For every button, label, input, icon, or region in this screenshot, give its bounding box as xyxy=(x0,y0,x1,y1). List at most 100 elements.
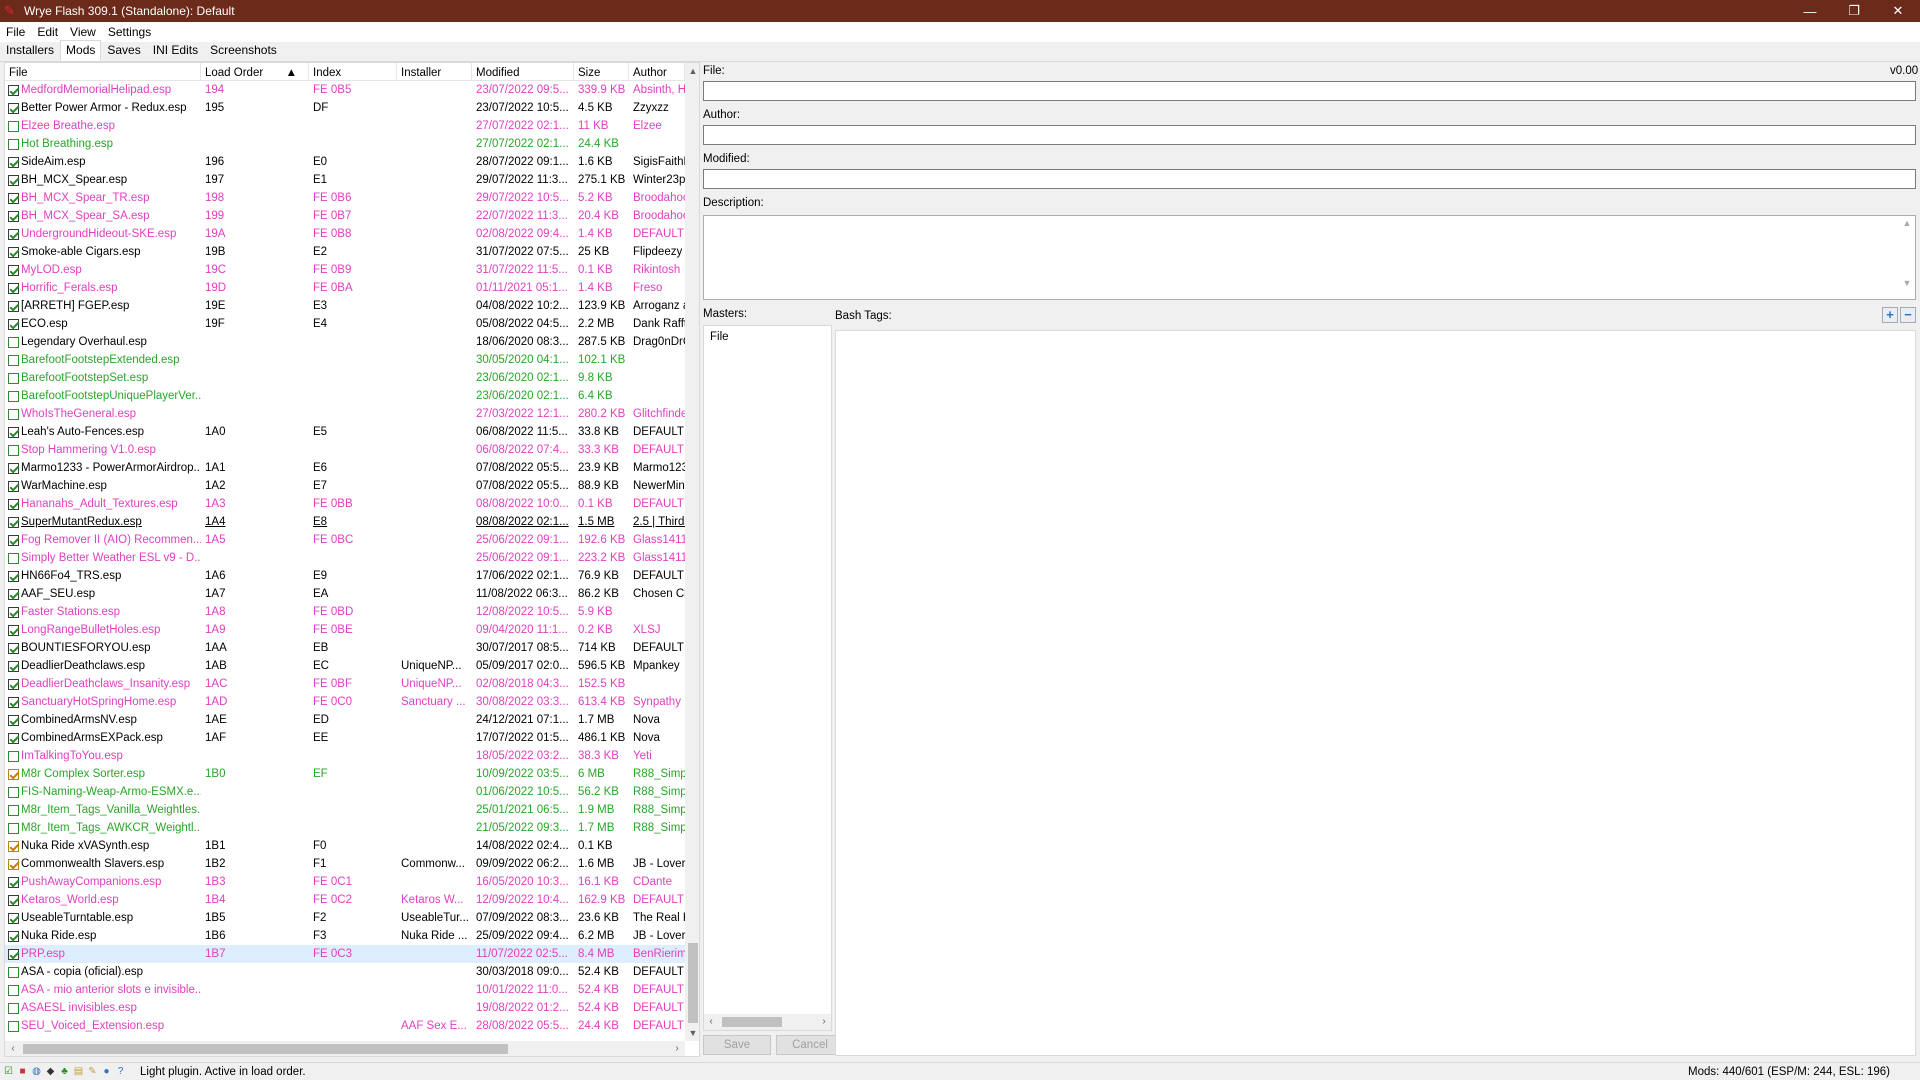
mod-row[interactable]: HN66Fo4_TRS.esp 1A6 E9 17/06/2022 02:1... 76… xyxy=(5,567,685,585)
mod-checkbox[interactable] xyxy=(8,1002,19,1014)
mod-checkbox[interactable] xyxy=(8,1020,19,1032)
mod-row[interactable]: AAF_SEU.esp 1A7 EA 11/08/2022 06:3... 86.2 K… xyxy=(5,585,685,603)
modified-field[interactable] xyxy=(703,169,1916,189)
mod-checkbox[interactable] xyxy=(8,570,19,582)
mod-file-cell[interactable]: Smoke-able Cigars.esp xyxy=(5,243,201,261)
mod-row[interactable]: ASA - copia (oficial).esp 30/03/2018 09:0… xyxy=(5,963,685,981)
mod-checkbox[interactable] xyxy=(8,354,19,366)
mod-checkbox[interactable] xyxy=(8,336,19,348)
mod-checkbox[interactable] xyxy=(8,156,19,168)
mod-checkbox[interactable] xyxy=(8,534,19,546)
mod-file-cell[interactable]: BH_MCX_Spear_SA.esp xyxy=(5,207,201,225)
mod-file-cell[interactable]: BarefootFootstepSet.esp xyxy=(5,369,201,387)
mod-checkbox[interactable] xyxy=(8,516,19,528)
tab-mods[interactable]: Mods xyxy=(60,40,102,61)
mod-row[interactable]: Leah's Auto-Fences.esp 1A0 E5 06/08/2022 11… xyxy=(5,423,685,441)
mod-row[interactable]: SanctuaryHotSpringHome.esp 1AD FE 0C0 Sanct… xyxy=(5,693,685,711)
mod-row[interactable]: Marmo1233 - PowerArmorAirdrop... 1A1 E6 07/… xyxy=(5,459,685,477)
description-field[interactable]: ▲ ▼ xyxy=(703,215,1916,300)
mod-checkbox[interactable] xyxy=(8,894,19,906)
mod-checkbox[interactable] xyxy=(8,228,19,240)
scroll-thumb[interactable] xyxy=(688,943,698,1023)
mod-row[interactable]: MedfordMemorialHelipad.esp 194 FE 0B5 23/07… xyxy=(5,81,685,99)
bash-tags-list[interactable] xyxy=(835,330,1916,1056)
mod-checkbox[interactable] xyxy=(8,858,19,870)
doc-icon[interactable]: ▤ xyxy=(73,1066,84,1077)
mod-row[interactable]: Ketaros_World.esp 1B4 FE 0C2 Ketaros W... 12… xyxy=(5,891,685,909)
mod-checkbox[interactable] xyxy=(8,498,19,510)
save-button[interactable]: Save xyxy=(703,1035,771,1055)
mod-file-cell[interactable]: Hot Breathing.esp xyxy=(5,135,201,153)
mod-row[interactable]: Fog Remover II (AIO) Recommen... 1A5 FE 0B… xyxy=(5,531,685,549)
mod-file-cell[interactable]: UndergroundHideout-SKE.esp xyxy=(5,225,201,243)
author-field[interactable] xyxy=(703,125,1916,145)
mod-checkbox[interactable] xyxy=(8,642,19,654)
mod-file-cell[interactable]: Simply Better Weather ESL v9 - D... xyxy=(5,549,201,567)
add-tag-button[interactable]: + xyxy=(1882,307,1898,323)
mod-checkbox[interactable] xyxy=(8,264,19,276)
mod-file-cell[interactable]: BarefootFootstepUniquePlayerVer... xyxy=(5,387,201,405)
mod-row[interactable]: ImTalkingToYou.esp 18/05/2022 03:2... 38.3… xyxy=(5,747,685,765)
mod-file-cell[interactable]: Stop Hammering V1.0.esp xyxy=(5,441,201,459)
mod-row[interactable]: SuperMutantRedux.esp 1A4 E8 08/08/2022 02:1… xyxy=(5,513,685,531)
menu-view[interactable]: View xyxy=(64,25,102,39)
mod-row[interactable]: MyLOD.esp 19C FE 0B9 31/07/2022 11:5... 0.1 … xyxy=(5,261,685,279)
mod-row[interactable]: Elzee Breathe.esp 27/07/2022 02:1... 11 KB… xyxy=(5,117,685,135)
mod-file-cell[interactable]: HN66Fo4_TRS.esp xyxy=(5,567,201,585)
restore-button[interactable]: ❐ xyxy=(1832,0,1876,22)
mod-row[interactable]: ASA - mio anterior slots e invisible... 1… xyxy=(5,981,685,999)
mod-checkbox[interactable] xyxy=(8,480,19,492)
menu-edit[interactable]: Edit xyxy=(31,25,64,39)
mod-row[interactable]: Hananahs_Adult_Textures.esp 1A3 FE 0BB 08/0… xyxy=(5,495,685,513)
mod-checkbox[interactable] xyxy=(8,210,19,222)
pencil-icon[interactable]: ✎ xyxy=(87,1066,98,1077)
mod-checkbox[interactable] xyxy=(8,750,19,762)
tab-ini-edits[interactable]: INI Edits xyxy=(147,40,204,61)
arrows-icon[interactable]: ◆ xyxy=(45,1066,56,1077)
mod-row[interactable]: UndergroundHideout-SKE.esp 19A FE 0B8 02/08… xyxy=(5,225,685,243)
mod-checkbox[interactable] xyxy=(8,732,19,744)
mod-file-cell[interactable]: Nuka Ride.esp xyxy=(5,927,201,945)
mod-file-cell[interactable]: SanctuaryHotSpringHome.esp xyxy=(5,693,201,711)
mod-row[interactable]: Nuka Ride xVASynth.esp 1B1 F0 14/08/2022 02… xyxy=(5,837,685,855)
mod-file-cell[interactable]: BH_MCX_Spear.esp xyxy=(5,171,201,189)
mod-row[interactable]: BOUNTIESFORYOU.esp 1AA EB 30/07/2017 08:5..… xyxy=(5,639,685,657)
masters-list[interactable]: File ‹ › xyxy=(703,325,832,1031)
mod-row[interactable]: BarefootFootstepUniquePlayerVer... 23/06/… xyxy=(5,387,685,405)
mod-row[interactable]: BH_MCX_Spear_SA.esp 199 FE 0B7 22/07/2022 1… xyxy=(5,207,685,225)
mod-file-cell[interactable]: ImTalkingToYou.esp xyxy=(5,747,201,765)
scroll-up-icon[interactable]: ▲ xyxy=(685,63,699,79)
mod-file-cell[interactable]: Better Power Armor - Redux.esp xyxy=(5,99,201,117)
mod-checkbox[interactable] xyxy=(8,102,19,114)
mod-file-cell[interactable]: Fog Remover II (AIO) Recommen... xyxy=(5,531,201,549)
description-scrollbar[interactable]: ▲ ▼ xyxy=(1901,218,1913,297)
masters-scroll-left-icon[interactable]: ‹ xyxy=(704,1014,718,1030)
column-file[interactable]: File xyxy=(5,63,201,81)
mod-file-cell[interactable]: Nuka Ride xVASynth.esp xyxy=(5,837,201,855)
masters-scroll-thumb[interactable] xyxy=(722,1017,782,1027)
mod-checkbox[interactable] xyxy=(8,138,19,150)
mod-checkbox[interactable] xyxy=(8,786,19,798)
mod-file-cell[interactable]: Legendary Overhaul.esp xyxy=(5,333,201,351)
hscroll-thumb[interactable] xyxy=(23,1044,508,1054)
mod-checkbox[interactable] xyxy=(8,696,19,708)
mod-file-cell[interactable]: LongRangeBulletHoles.esp xyxy=(5,621,201,639)
mod-row[interactable]: UseableTurntable.esp 1B5 F2 UseableTur... 07… xyxy=(5,909,685,927)
mod-checkbox[interactable] xyxy=(8,318,19,330)
mod-row[interactable]: ECO.esp 19F E4 05/08/2022 04:5... 2.2 MB Dank… xyxy=(5,315,685,333)
masters-scroll-right-icon[interactable]: › xyxy=(817,1014,831,1030)
tab-saves[interactable]: Saves xyxy=(101,40,146,61)
mod-row[interactable]: BarefootFootstepExtended.esp 30/05/2020 0… xyxy=(5,351,685,369)
mod-row[interactable]: DeadlierDeathclaws_Insanity.esp 1AC FE 0BF… xyxy=(5,675,685,693)
mod-checkbox[interactable] xyxy=(8,804,19,816)
column-index[interactable]: Index xyxy=(309,63,397,81)
mod-file-cell[interactable]: ASA - mio anterior slots e invisible... xyxy=(5,981,201,999)
mod-file-cell[interactable]: MyLOD.esp xyxy=(5,261,201,279)
mod-checkbox[interactable] xyxy=(8,174,19,186)
tab-installers[interactable]: Installers xyxy=(0,40,60,61)
mod-file-cell[interactable]: PRP.esp xyxy=(5,945,201,963)
column-installer[interactable]: Installer xyxy=(397,63,472,81)
mod-checkbox[interactable] xyxy=(8,192,19,204)
mod-checkbox[interactable] xyxy=(8,714,19,726)
mod-row[interactable]: SEU_Voiced_Extension.esp AAF Sex E... 28/0… xyxy=(5,1017,685,1035)
